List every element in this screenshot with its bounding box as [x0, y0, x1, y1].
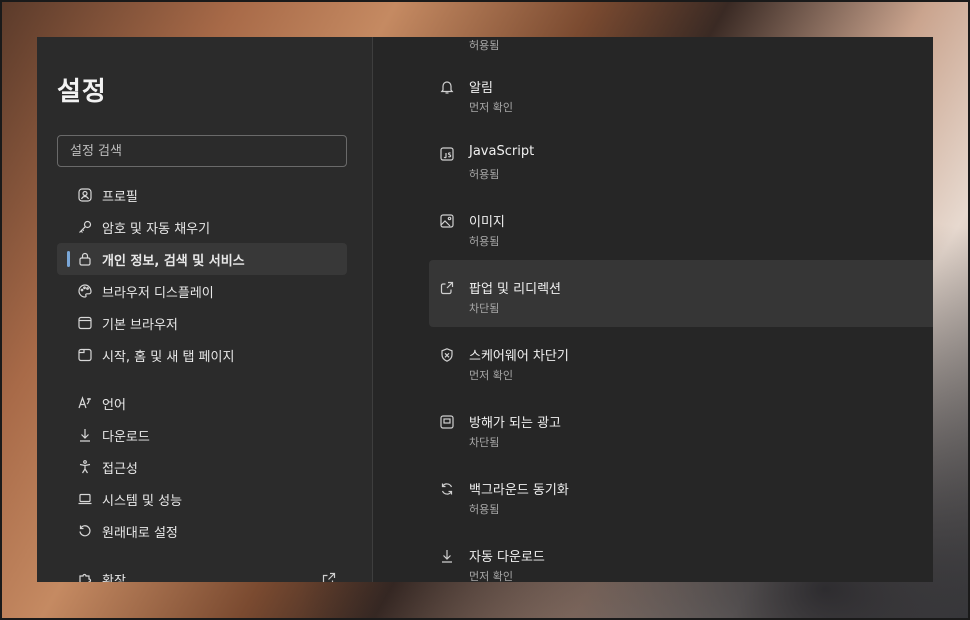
sidebar-item-system[interactable]: 시스템 및 성능 [57, 483, 347, 515]
permission-name: JavaScript [469, 144, 535, 159]
lock-icon [77, 251, 93, 267]
permission-item-previous[interactable]: 허용됨 [429, 37, 933, 59]
puzzle-icon [77, 571, 93, 582]
page-title: 설정 [57, 77, 107, 107]
palette-icon [77, 283, 93, 299]
sidebar-item-reset[interactable]: 원래대로 설정 [57, 515, 347, 547]
sidebar-item-label: 시스템 및 성능 [102, 493, 183, 509]
permission-status: 허용됨 [469, 39, 500, 52]
settings-window: 설정 프로필 암호 및 자동 채우기 개인 정보, 검색 및 서비스 브라우저 … [37, 37, 933, 582]
settings-search-input[interactable] [57, 135, 347, 167]
sidebar-item-label: 프로필 [102, 189, 138, 205]
permission-item-background-sync[interactable]: 백그라운드 동기화 허용됨 [429, 461, 933, 528]
permission-status: 먼저 확인 [469, 570, 513, 582]
javascript-icon [439, 146, 455, 162]
sidebar-item-label: 기본 브라우저 [102, 317, 178, 333]
permission-name: 알림 [469, 81, 493, 96]
sidebar-item-label: 암호 및 자동 채우기 [102, 221, 211, 237]
permission-item-scareware[interactable]: 스케어웨어 차단기 먼저 확인 [429, 327, 933, 394]
key-icon [77, 219, 93, 235]
sidebar-item-label: 시작, 홈 및 새 탭 페이지 [102, 349, 235, 365]
laptop-icon [77, 491, 93, 507]
sidebar-item-label: 언어 [102, 397, 126, 413]
sidebar-item-label: 다운로드 [102, 429, 150, 445]
permission-name: 방해가 되는 광고 [469, 416, 561, 431]
permission-item-automatic-downloads[interactable]: 자동 다운로드 먼저 확인 [429, 528, 933, 582]
permission-status: 허용됨 [469, 235, 500, 248]
sidebar-item-appearance[interactable]: 브라우저 디스플레이 [57, 275, 347, 307]
permission-item-notifications[interactable]: 알림 먼저 확인 [429, 59, 933, 126]
sidebar-item-label: 접근성 [102, 461, 138, 477]
sidebar-item-label: 원래대로 설정 [102, 525, 178, 541]
permission-name: 백그라운드 동기화 [469, 483, 569, 498]
reset-icon [77, 523, 93, 539]
permission-item-popups[interactable]: 팝업 및 리디렉션 차단됨 [429, 260, 933, 327]
shield-icon [439, 347, 455, 363]
sidebar-item-privacy[interactable]: 개인 정보, 검색 및 서비스 [57, 243, 347, 275]
profile-icon [77, 187, 93, 203]
download-icon [77, 427, 93, 443]
sidebar-item-label: 개인 정보, 검색 및 서비스 [102, 253, 245, 269]
sidebar-item-default-browser[interactable]: 기본 브라우저 [57, 307, 347, 339]
permission-name: 자동 다운로드 [469, 550, 545, 565]
permission-status: 먼저 확인 [469, 369, 513, 382]
sidebar-item-accessibility[interactable]: 접근성 [57, 451, 347, 483]
sidebar-item-downloads[interactable]: 다운로드 [57, 419, 347, 451]
ad-icon [439, 414, 455, 430]
external-link-icon [321, 571, 337, 582]
sync-icon [439, 481, 455, 497]
permission-item-images[interactable]: 이미지 허용됨 [429, 193, 933, 260]
permission-status: 차단됨 [469, 302, 500, 315]
language-icon [77, 395, 93, 411]
home-tab-icon [77, 347, 93, 363]
permission-name: 팝업 및 리디렉션 [469, 282, 561, 297]
permission-status: 허용됨 [469, 168, 500, 181]
sidebar-item-profile[interactable]: 프로필 [57, 179, 347, 211]
sidebar-item-label: 확장 [102, 573, 126, 583]
sidebar-nav: 프로필 암호 및 자동 채우기 개인 정보, 검색 및 서비스 브라우저 디스플… [57, 179, 347, 582]
permission-status: 허용됨 [469, 503, 500, 516]
sidebar: 설정 프로필 암호 및 자동 채우기 개인 정보, 검색 및 서비스 브라우저 … [37, 37, 373, 582]
permission-name: 이미지 [469, 215, 505, 230]
sidebar-item-start-home[interactable]: 시작, 홈 및 새 탭 페이지 [57, 339, 347, 371]
image-icon [439, 213, 455, 229]
sidebar-item-languages[interactable]: 언어 [57, 387, 347, 419]
browser-icon [77, 315, 93, 331]
bell-icon [439, 79, 455, 95]
sidebar-item-passwords[interactable]: 암호 및 자동 채우기 [57, 211, 347, 243]
sidebar-item-label: 브라우저 디스플레이 [102, 285, 214, 301]
sidebar-item-extensions[interactable]: 확장 [57, 563, 347, 582]
download-icon [439, 548, 455, 564]
permissions-list: 허용됨 알림 먼저 확인 JavaScript 허용됨 이미지 허용됨 팝업 및… [429, 37, 933, 582]
accessibility-icon [77, 459, 93, 475]
permission-item-intrusive-ads[interactable]: 방해가 되는 광고 차단됨 [429, 394, 933, 461]
popup-icon [439, 280, 455, 296]
permission-status: 먼저 확인 [469, 101, 513, 114]
permission-status: 차단됨 [469, 436, 500, 449]
permission-name: 스케어웨어 차단기 [469, 349, 569, 364]
site-permissions-panel: 허용됨 알림 먼저 확인 JavaScript 허용됨 이미지 허용됨 팝업 및… [373, 37, 933, 582]
permission-item-javascript[interactable]: JavaScript 허용됨 [429, 126, 933, 193]
